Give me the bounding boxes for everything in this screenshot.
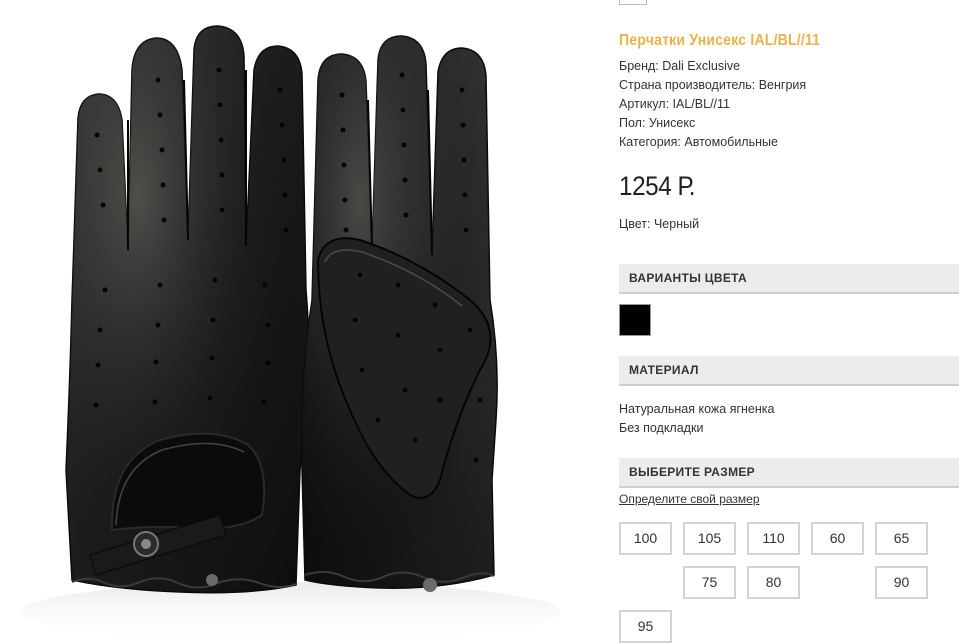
color-variants-heading: ВАРИАНТЫ ЦВЕТА <box>619 264 959 294</box>
size-empty-slot <box>619 566 687 604</box>
product-info-panel: Перчатки Унисекс IAL/BL//11 Бренд: Dali … <box>619 0 959 644</box>
gloves-illustration <box>20 25 560 642</box>
size-option-80[interactable]: 80 <box>747 566 800 599</box>
size-empty-slot <box>807 566 875 604</box>
size-option-90[interactable]: 90 <box>875 566 928 599</box>
size-option-65[interactable]: 65 <box>875 522 928 555</box>
size-option-100[interactable]: 100 <box>619 522 672 555</box>
product-price: 1254 Р. <box>619 171 696 201</box>
size-option-75[interactable]: 75 <box>683 566 736 599</box>
product-title: Перчатки Унисекс IAL/BL//11 <box>619 32 821 49</box>
size-option-95[interactable]: 95 <box>619 610 672 643</box>
thumbnail-stub[interactable] <box>619 0 647 5</box>
attr-brand: Бренд: Dali Exclusive <box>619 59 741 73</box>
color-swatch-black[interactable] <box>619 304 651 336</box>
size-grid: 100 105 110 60 65 75 80 90 95 <box>619 522 959 644</box>
product-photo <box>0 0 598 644</box>
left-glove <box>65 25 310 594</box>
size-heading: ВЫБЕРИТЕ РАЗМЕР <box>619 458 959 488</box>
attr-gender: Пол: Унисекс <box>619 116 696 130</box>
color-label: Цвет: Черный <box>619 217 700 231</box>
attr-country: Страна производитель: Венгрия <box>619 78 807 92</box>
material-line-2: Без подкладки <box>619 421 704 435</box>
size-option-110[interactable]: 110 <box>747 522 800 555</box>
size-option-60[interactable]: 60 <box>811 522 864 555</box>
attr-article: Артикул: IAL/BL//11 <box>619 97 730 111</box>
material-line-1: Натуральная кожа ягненка <box>619 402 775 416</box>
size-guide-link[interactable]: Определите свой размер <box>619 492 760 506</box>
attr-category: Категория: Автомобильные <box>619 135 778 149</box>
size-option-105[interactable]: 105 <box>683 522 736 555</box>
material-heading: МАТЕРИАЛ <box>619 356 959 386</box>
